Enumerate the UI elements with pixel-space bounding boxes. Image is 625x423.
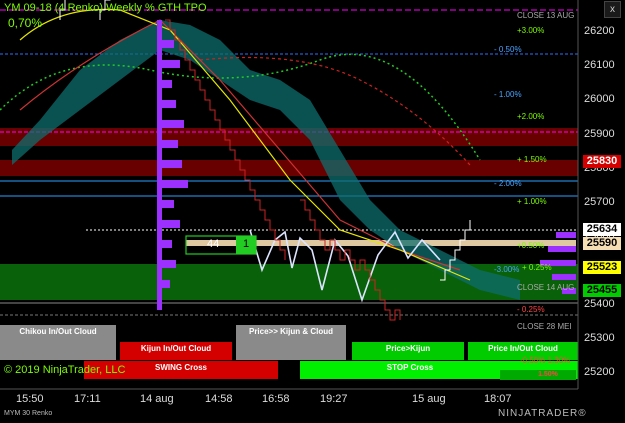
level-label: -0.50% 1.30% xyxy=(520,356,571,365)
resistance-zone-2 xyxy=(0,160,578,176)
box-count: 44 xyxy=(207,238,220,250)
level-label: +0.50% xyxy=(517,241,545,250)
time-tick: 16:58 xyxy=(262,393,290,405)
price-tick: 25200 xyxy=(584,366,615,378)
copyright: © 2019 NinjaTrader, LLC xyxy=(4,364,126,376)
level-label: CLOSE 13 AUG xyxy=(517,11,575,20)
price-tick: 25400 xyxy=(584,298,615,310)
panel-chikou: Chikou In/Out Cloud xyxy=(19,327,97,336)
level-label: CLOSE 14 AUG xyxy=(517,283,575,292)
chart-title: YM 09-18 (4 Renko) Weekly % GTH TPO xyxy=(4,2,207,14)
level-label: + 1.00% xyxy=(517,197,547,206)
level-label: +2.00% xyxy=(517,112,545,121)
price-badge: 25830 xyxy=(583,155,621,168)
price-badge: 25590 xyxy=(583,237,621,250)
time-tick: 14 aug xyxy=(140,393,174,405)
panel-price-cloud: Price In/Out Cloud xyxy=(488,344,558,353)
ninjatrader-logo: NINJATRADER® xyxy=(498,408,587,419)
time-tick: 19:27 xyxy=(320,393,348,405)
level-label: - 2.00% xyxy=(494,179,522,188)
panel-stop: STOP Cross xyxy=(386,363,434,372)
price-badge: 25455 xyxy=(583,284,621,297)
time-tick: 14:58 xyxy=(205,393,233,405)
level-label: CLOSE 28 MEI xyxy=(517,322,572,331)
price-tick: 25300 xyxy=(584,332,615,344)
level-label: - 1.00% xyxy=(494,90,522,99)
panel-price-kijun: Price>Kijun xyxy=(385,344,431,353)
level-label: + 0.25% xyxy=(522,263,552,272)
time-tick: 17:11 xyxy=(74,393,101,405)
time-tick: 15:50 xyxy=(16,393,44,405)
level-label: +3.00% xyxy=(517,26,545,35)
price-tick: 25900 xyxy=(584,128,615,140)
price-badge: 25634 xyxy=(583,223,621,236)
panel-small: 1.50% xyxy=(538,371,558,378)
price-badge: 25523 xyxy=(583,261,621,274)
close-button[interactable]: x xyxy=(604,1,621,18)
time-tick: 18:07 xyxy=(484,393,512,405)
level-label: - 0.25% xyxy=(517,305,545,314)
level-label: + 1.50% xyxy=(517,155,547,164)
level-label: -3.00% xyxy=(494,265,520,274)
panel-kijun-cloud: Kijun In/Out Cloud xyxy=(140,344,212,353)
header-value: 0,70% xyxy=(8,16,43,30)
box-flag: 1 xyxy=(243,238,250,250)
resistance-zone-1 xyxy=(0,128,578,146)
series-name: MYM 30 Renko xyxy=(4,410,53,417)
price-tick: 26100 xyxy=(584,59,615,71)
panel-price-kijun-cloud: Price>> Kijun & Cloud xyxy=(248,327,333,336)
price-tick: 26000 xyxy=(584,93,615,105)
time-tick: 15 aug xyxy=(412,393,446,405)
price-tick: 26200 xyxy=(584,25,615,37)
level-label: - 0.50% xyxy=(494,45,522,54)
price-tick: 25700 xyxy=(584,196,615,208)
